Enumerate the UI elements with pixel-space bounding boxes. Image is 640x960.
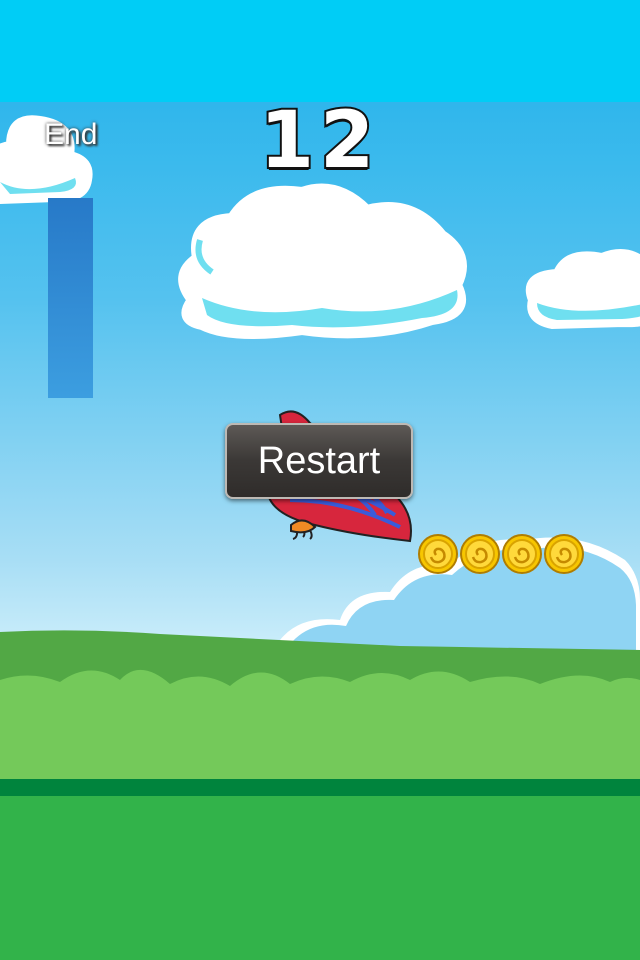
coin-icon bbox=[460, 534, 500, 574]
restart-button[interactable]: Restart bbox=[225, 423, 413, 499]
sky-top-band bbox=[0, 0, 640, 102]
ground bbox=[0, 796, 640, 960]
game-scene[interactable]: 12 End Restart bbox=[0, 0, 640, 960]
coin-icon bbox=[418, 534, 458, 574]
coin-icon bbox=[502, 534, 542, 574]
ground-edge bbox=[0, 779, 640, 796]
coin-icon bbox=[544, 534, 584, 574]
progress-end-label: End bbox=[44, 118, 98, 151]
progress-fill bbox=[48, 198, 93, 398]
grass-hill bbox=[0, 630, 640, 785]
progress-bar bbox=[48, 198, 93, 398]
cloud-icon bbox=[178, 183, 467, 339]
cloud-icon bbox=[525, 249, 640, 330]
